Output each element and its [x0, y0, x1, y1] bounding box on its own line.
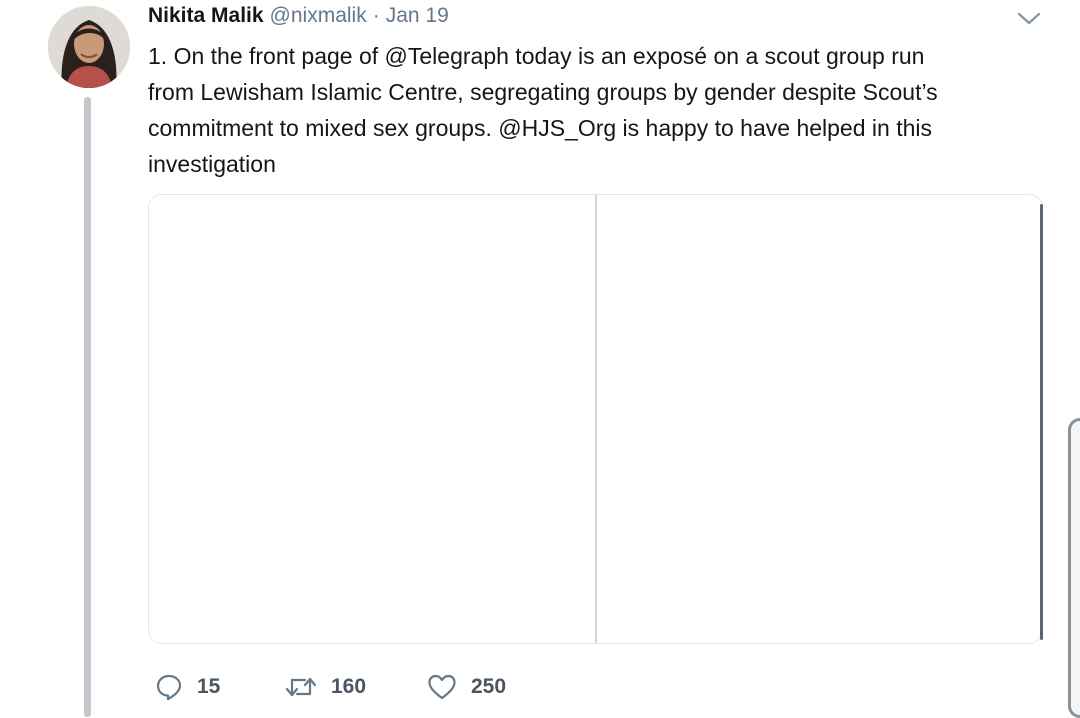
tweet-text-line: investigation: [148, 151, 276, 177]
tweet-text-line: commitment to mixed sex groups. @HJS_Org…: [148, 115, 932, 141]
tweet-date[interactable]: Jan 19: [386, 4, 449, 28]
tweet-menu-button[interactable]: [1016, 8, 1042, 30]
like-count: 250: [471, 675, 507, 698]
media-image-left[interactable]: [149, 195, 595, 643]
retweet-count: 160: [331, 675, 367, 698]
heart-icon: [428, 674, 456, 700]
retweet-icon: [285, 677, 317, 697]
like-button[interactable]: 250: [427, 673, 557, 701]
tweet-text: 1. On the front page of @Telegraph today…: [148, 38, 1028, 182]
tweet-text-line: from Lewisham Islamic Centre, segregatin…: [148, 79, 938, 105]
media-grid: [148, 194, 1043, 644]
reply-button[interactable]: 15: [155, 673, 285, 701]
tweet[interactable]: Nikita Malik @nixmalik · Jan 19 1. On th…: [0, 0, 1080, 717]
media-image-right[interactable]: [594, 195, 1043, 643]
reply-icon: [156, 674, 182, 701]
reply-count: 15: [197, 675, 221, 698]
thread-line: [84, 97, 91, 717]
media-edge-shadow: [1040, 204, 1043, 640]
author-handle[interactable]: @nixmalik: [270, 4, 367, 28]
tweet-header: Nikita Malik @nixmalik · Jan 19: [148, 4, 449, 32]
avatar-image: [48, 6, 130, 88]
scrollbar[interactable]: [1068, 418, 1080, 718]
tweet-text-line: 1. On the front page of @Telegraph today…: [148, 43, 925, 69]
chevron-down-icon: [1017, 12, 1041, 25]
author-name[interactable]: Nikita Malik: [148, 4, 264, 28]
header-separator: ·: [372, 4, 380, 27]
tweet-actions: 15 160 250: [155, 671, 557, 703]
avatar[interactable]: [48, 6, 130, 88]
retweet-button[interactable]: 160: [285, 673, 427, 701]
